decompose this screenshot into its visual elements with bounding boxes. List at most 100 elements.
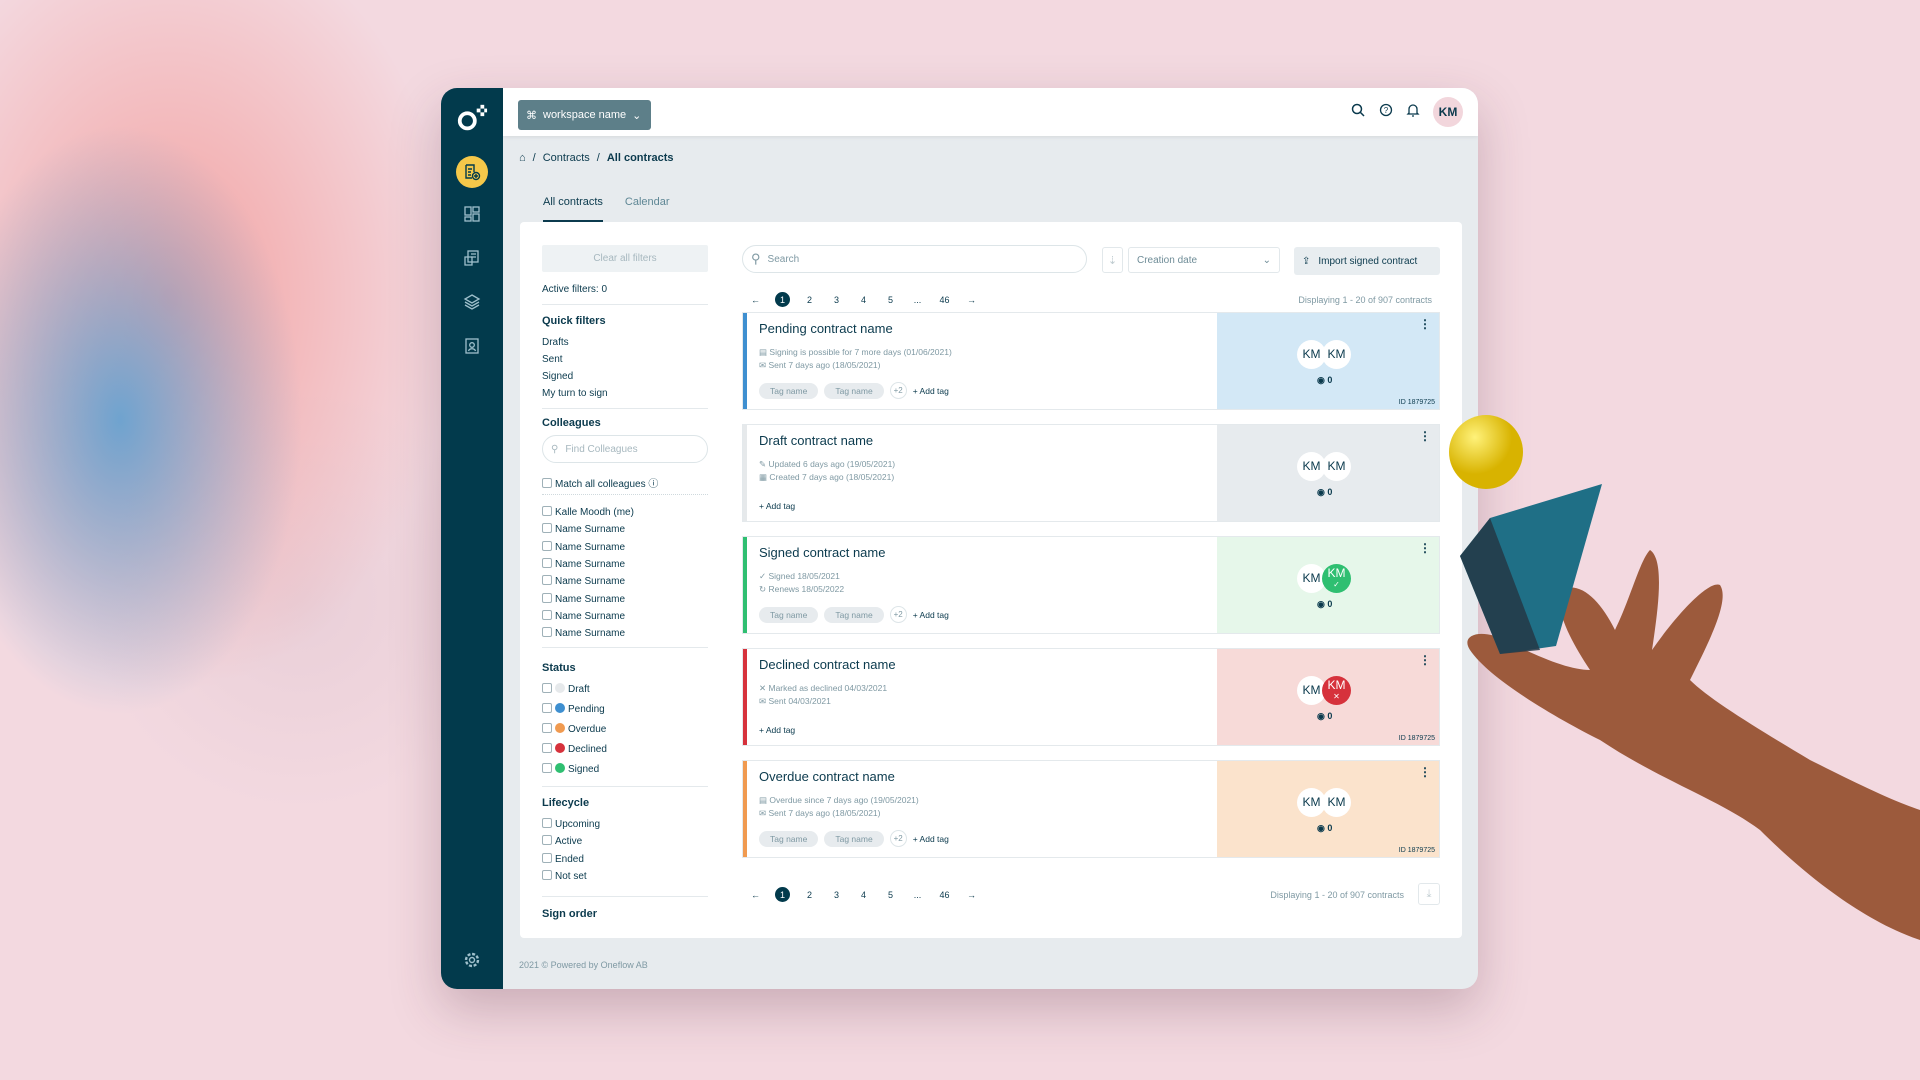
checkbox[interactable] (542, 870, 552, 881)
page-2[interactable]: 2 (796, 890, 823, 900)
templates-icon[interactable] (456, 286, 488, 318)
prev-page-arrow[interactable]: ← (742, 295, 769, 305)
match-all-checkbox[interactable]: Match all colleagues ⓘ (542, 475, 658, 490)
checkbox[interactable] (542, 506, 552, 516)
sort-order-button[interactable]: ⇣ (1102, 247, 1123, 273)
checkbox[interactable] (542, 683, 552, 693)
contract-card[interactable]: Pending contract name ▤ Signing is possib… (742, 312, 1440, 410)
contract-info[interactable]: Draft contract name ✎ Updated 6 days ago … (743, 425, 1217, 521)
help-icon[interactable]: ? (1378, 102, 1398, 122)
checkbox[interactable] (542, 592, 552, 603)
search-input[interactable]: ⚲ Search (742, 245, 1087, 273)
page-3[interactable]: 3 (823, 295, 850, 305)
page-5[interactable]: 5 (877, 295, 904, 305)
page-3[interactable]: 3 (823, 890, 850, 900)
colleague-checkbox[interactable]: Name Surname (542, 592, 625, 605)
quick-filter-3[interactable]: My turn to sign (542, 388, 608, 399)
colleague-checkbox[interactable]: Name Surname (542, 609, 625, 622)
next-page-arrow[interactable]: → (958, 890, 985, 900)
page-4[interactable]: 4 (850, 295, 877, 305)
tag[interactable]: Tag name (824, 606, 884, 623)
colleague-checkbox[interactable]: Name Surname (542, 575, 625, 587)
colleague-checkbox[interactable]: Name Surname (542, 627, 625, 639)
checkbox[interactable] (542, 523, 552, 534)
page-46[interactable]: 46 (931, 295, 958, 305)
checkbox[interactable] (542, 818, 552, 828)
page-1[interactable]: 1 (775, 887, 790, 902)
add-tag-button[interactable]: + Add tag (759, 501, 795, 511)
participant-avatar[interactable]: KM (1322, 340, 1351, 369)
page-46[interactable]: 46 (931, 890, 958, 900)
status-filter-declined[interactable]: Declined (542, 743, 607, 755)
more-tags-button[interactable]: +2 (889, 830, 907, 847)
status-filter-signed[interactable]: Signed (542, 763, 599, 775)
user-avatar[interactable]: KM (1433, 97, 1463, 127)
lifecycle-filter[interactable]: Not set (542, 870, 587, 882)
import-signed-contract-button[interactable]: ⇪ Import signed contract (1294, 247, 1440, 275)
contracts-icon[interactable] (456, 242, 488, 274)
checkbox[interactable] (542, 575, 552, 586)
contract-card[interactable]: Draft contract name ✎ Updated 6 days ago … (742, 424, 1440, 522)
add-tag-button[interactable]: + Add tag (759, 725, 795, 735)
quick-filter-2[interactable]: Signed (542, 371, 573, 382)
checkbox[interactable] (542, 852, 552, 863)
sort-dropdown[interactable]: Creation date ⌄ (1128, 247, 1280, 273)
new-contract-icon[interactable] (456, 156, 488, 188)
page-...[interactable]: ... (904, 890, 931, 900)
tag[interactable]: Tag name (824, 382, 884, 399)
clear-filters-button[interactable]: Clear all filters (542, 245, 708, 272)
address-book-icon[interactable] (456, 330, 488, 362)
more-options-icon[interactable]: ⋮ (1419, 317, 1431, 331)
checkbox[interactable] (542, 743, 552, 753)
tab-calendar[interactable]: Calendar (625, 196, 670, 222)
checkbox[interactable] (542, 627, 552, 638)
contract-title[interactable]: Declined contract name (759, 657, 1205, 672)
tag[interactable]: Tag name (759, 830, 819, 847)
more-tags-button[interactable]: +2 (889, 382, 907, 399)
checkbox[interactable] (542, 557, 552, 568)
contract-card[interactable]: Overdue contract name ▤ Overdue since 7 d… (742, 760, 1440, 858)
quick-filter-1[interactable]: Sent (542, 354, 563, 365)
checkbox[interactable] (542, 835, 552, 846)
contract-title[interactable]: Draft contract name (759, 433, 1205, 448)
page-1[interactable]: 1 (775, 292, 790, 307)
status-filter-draft[interactable]: Draft (542, 683, 590, 695)
more-tags-button[interactable]: +2 (889, 606, 907, 623)
add-tag-button[interactable]: + Add tag (913, 386, 949, 396)
quick-filter-0[interactable]: Drafts (542, 337, 569, 348)
next-page-arrow[interactable]: → (958, 295, 985, 305)
workspace-selector[interactable]: ⌘ workspace name ⌄ (518, 100, 651, 130)
checkbox[interactable] (542, 703, 552, 713)
status-filter-pending[interactable]: Pending (542, 703, 605, 715)
sign-order-heading[interactable]: Sign order (542, 908, 597, 920)
tab-all-contracts[interactable]: All contracts (543, 196, 603, 222)
lifecycle-filter[interactable]: Ended (542, 852, 584, 865)
page-...[interactable]: ... (904, 295, 931, 305)
bell-icon[interactable] (1405, 102, 1425, 122)
contract-info[interactable]: Signed contract name ✓ Signed 18/05/2021 ↻… (743, 537, 1217, 633)
gear-icon[interactable] (456, 944, 488, 976)
checkbox[interactable] (542, 540, 552, 551)
tag[interactable]: Tag name (759, 382, 819, 399)
contract-info[interactable]: Declined contract name ✕ Marked as declin… (743, 649, 1217, 745)
contract-card[interactable]: Signed contract name ✓ Signed 18/05/2021 ↻… (742, 536, 1440, 634)
add-tag-button[interactable]: + Add tag (913, 834, 949, 844)
page-4[interactable]: 4 (850, 890, 877, 900)
contract-info[interactable]: Pending contract name ▤ Signing is possib… (743, 313, 1217, 409)
status-filter-overdue[interactable]: Overdue (542, 723, 606, 735)
checkbox[interactable] (542, 763, 552, 773)
search-icon[interactable] (1350, 102, 1370, 122)
contract-title[interactable]: Overdue contract name (759, 769, 1205, 784)
checkbox[interactable] (542, 723, 552, 733)
colleague-checkbox[interactable]: Kalle Moodh (me) (542, 506, 634, 518)
page-2[interactable]: 2 (796, 295, 823, 305)
contract-info[interactable]: Overdue contract name ▤ Overdue since 7 d… (743, 761, 1217, 857)
tag[interactable]: Tag name (759, 606, 819, 623)
colleague-checkbox[interactable]: Name Surname (542, 523, 625, 535)
contract-title[interactable]: Pending contract name (759, 321, 1205, 336)
colleague-checkbox[interactable]: Name Surname (542, 540, 625, 553)
colleague-checkbox[interactable]: Name Surname (542, 557, 625, 570)
breadcrumb-contracts[interactable]: Contracts (543, 152, 590, 164)
add-tag-button[interactable]: + Add tag (913, 610, 949, 620)
oneflow-logo[interactable] (456, 102, 488, 134)
